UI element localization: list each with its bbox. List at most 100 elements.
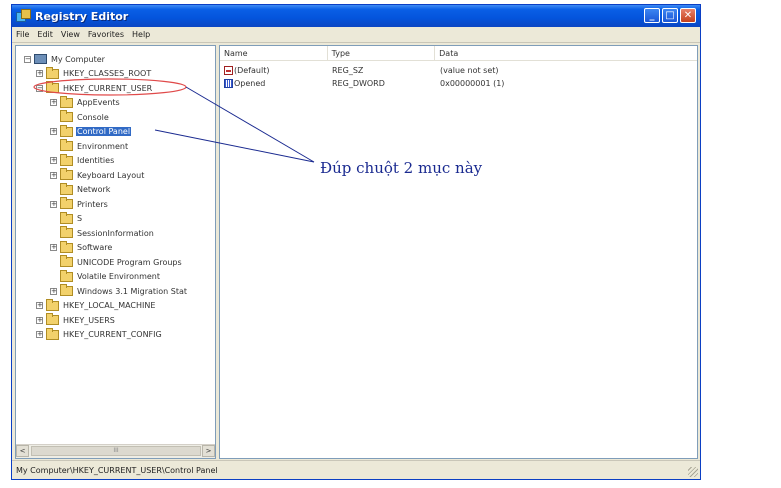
- tree-item-label: HKEY_CLASSES_ROOT: [63, 69, 152, 79]
- scroll-thumb[interactable]: III: [31, 446, 201, 456]
- folder-icon: [60, 95, 73, 108]
- value-row[interactable]: Opened REG_DWORD 0x00000001 (1): [220, 77, 697, 90]
- folder-icon: [60, 284, 73, 297]
- menu-favorites[interactable]: Favorites: [84, 30, 128, 39]
- expand-icon[interactable]: +: [36, 331, 43, 339]
- tree-item[interactable]: + Identities: [16, 153, 215, 169]
- menu-edit[interactable]: Edit: [33, 30, 57, 39]
- status-path: My Computer\HKEY_CURRENT_USER\Control Pa…: [16, 465, 218, 475]
- annotation-text: Đúp chuột 2 mục này: [320, 159, 483, 177]
- expand-icon[interactable]: +: [50, 244, 57, 252]
- expand-icon[interactable]: +: [50, 287, 57, 295]
- tree-item-label: UNICODE Program Groups: [77, 257, 182, 267]
- values-pane[interactable]: Name Type Data (Default) REG_SZ (value n…: [219, 45, 698, 459]
- folder-icon: [60, 139, 73, 152]
- scroll-left-button[interactable]: <: [16, 445, 29, 457]
- folder-icon: [60, 110, 73, 123]
- tree-item[interactable]: Environment: [16, 139, 215, 154]
- column-data[interactable]: Data: [435, 46, 697, 60]
- value-name: Opened: [234, 79, 266, 88]
- expand-icon[interactable]: +: [50, 171, 57, 179]
- scroll-right-button[interactable]: >: [202, 445, 215, 457]
- folder-icon: [60, 226, 73, 239]
- status-bar: My Computer\HKEY_CURRENT_USER\Control Pa…: [12, 460, 700, 479]
- resize-grip[interactable]: [688, 467, 698, 477]
- folder-icon: [60, 168, 73, 181]
- minimize-button[interactable]: _: [644, 8, 660, 23]
- registry-editor-window: Registry Editor _ □ ✕ File Edit View Fav…: [11, 4, 701, 480]
- tree-item[interactable]: + Printers: [16, 197, 215, 212]
- tree-item[interactable]: + Software: [16, 240, 215, 256]
- tree-item-label: Console: [77, 112, 109, 122]
- window-title: Registry Editor: [35, 9, 129, 23]
- value-data: (value not set): [440, 66, 499, 75]
- title-bar[interactable]: Registry Editor _ □ ✕: [12, 5, 700, 27]
- folder-icon: [60, 182, 73, 195]
- tree-item[interactable]: − HKEY_CURRENT_USER: [16, 81, 215, 96]
- tree-item[interactable]: + HKEY_CLASSES_ROOT: [16, 66, 215, 82]
- tree-item[interactable]: + HKEY_CURRENT_CONFIG: [16, 327, 215, 343]
- collapse-icon[interactable]: −: [36, 84, 43, 92]
- expand-icon[interactable]: +: [50, 128, 57, 136]
- folder-icon: [46, 298, 59, 311]
- tree-item[interactable]: − My Computer: [16, 52, 215, 67]
- folder-icon: [60, 211, 73, 224]
- expand-icon[interactable]: +: [36, 70, 43, 78]
- value-row[interactable]: (Default) REG_SZ (value not set): [220, 64, 697, 77]
- reg-dword-icon: [224, 79, 233, 88]
- tree-item-label: HKEY_LOCAL_MACHINE: [63, 301, 156, 311]
- menu-file[interactable]: File: [12, 30, 33, 39]
- tree-item-label: Software: [77, 243, 113, 253]
- expand-icon[interactable]: +: [50, 157, 57, 165]
- tree-item[interactable]: + Keyboard Layout: [16, 168, 215, 183]
- value-type: REG_DWORD: [332, 79, 385, 88]
- tree-item[interactable]: SessionInformation: [16, 226, 215, 241]
- folder-icon: [46, 81, 59, 94]
- tree-item[interactable]: + HKEY_LOCAL_MACHINE: [16, 298, 215, 314]
- horizontal-scrollbar[interactable]: < III >: [16, 444, 215, 458]
- value-type: REG_SZ: [332, 66, 364, 75]
- expand-icon[interactable]: +: [36, 316, 43, 324]
- tree-item[interactable]: + Windows 3.1 Migration Stat: [16, 284, 215, 299]
- tree-item-label: My Computer: [51, 54, 105, 64]
- expand-icon[interactable]: +: [36, 302, 43, 310]
- tree-item-label: HKEY_CURRENT_CONFIG: [63, 330, 162, 340]
- tree-item[interactable]: UNICODE Program Groups: [16, 255, 215, 270]
- tree-item[interactable]: Volatile Environment: [16, 269, 215, 285]
- tree-item[interactable]: + HKEY_USERS: [16, 313, 215, 328]
- folder-icon: [60, 269, 73, 282]
- tree-item-label: SessionInformation: [77, 228, 154, 238]
- tree-item-label: S: [77, 214, 83, 224]
- key-tree-pane[interactable]: − My Computer + HKEY_CLASSES_ROOT − HKEY_CURR…: [15, 45, 216, 459]
- expand-icon[interactable]: +: [50, 200, 57, 208]
- tree-item[interactable]: S: [16, 211, 215, 227]
- tree-item[interactable]: Network: [16, 182, 215, 198]
- tree-item-label: Network: [77, 185, 111, 195]
- folder-icon: [46, 327, 59, 340]
- registry-editor-icon: [16, 9, 31, 23]
- tree-item[interactable]: + Control Panel: [16, 124, 215, 140]
- folder-icon: [60, 255, 73, 268]
- folder-icon: [60, 197, 73, 210]
- menu-help[interactable]: Help: [128, 30, 154, 39]
- menu-view[interactable]: View: [57, 30, 84, 39]
- collapse-icon[interactable]: −: [24, 55, 31, 63]
- tree-item[interactable]: + AppEvents: [16, 95, 215, 111]
- tree-item[interactable]: Console: [16, 110, 215, 125]
- maximize-button[interactable]: □: [662, 8, 678, 23]
- close-button[interactable]: ✕: [680, 8, 696, 23]
- folder-icon: [46, 313, 59, 326]
- tree-item-label: AppEvents: [77, 98, 120, 108]
- folder-icon: [46, 66, 59, 79]
- value-data: 0x00000001 (1): [440, 79, 505, 88]
- folder-icon: [60, 124, 73, 137]
- expand-icon[interactable]: +: [50, 99, 57, 107]
- column-name[interactable]: Name: [220, 46, 328, 60]
- tree-item-label: Identities: [77, 156, 115, 166]
- column-type[interactable]: Type: [328, 46, 436, 60]
- tree-item-label: Windows 3.1 Migration Stat: [77, 286, 188, 296]
